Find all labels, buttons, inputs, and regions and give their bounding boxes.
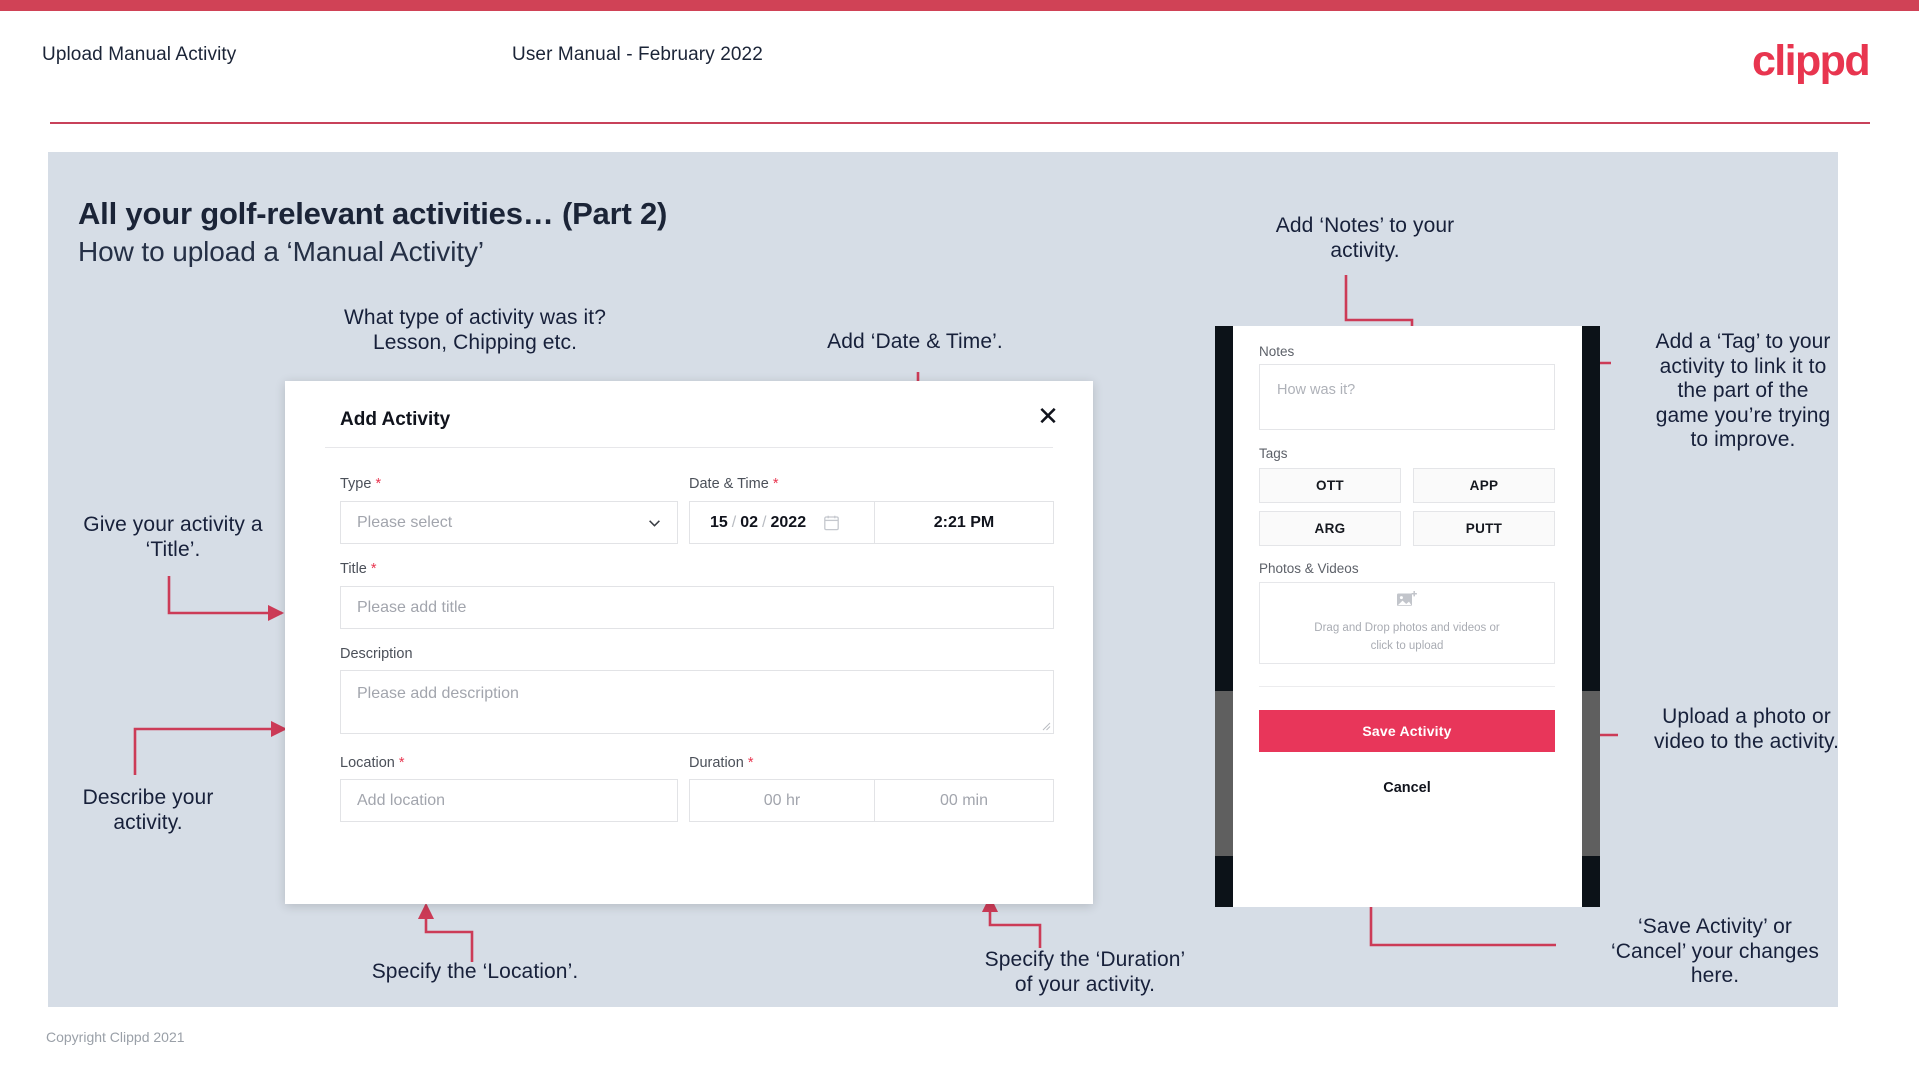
notes-label: Notes xyxy=(1259,344,1295,359)
date-day: 15 xyxy=(710,513,728,531)
dialog-title: Add Activity xyxy=(340,409,451,430)
annotation-duration: Specify the ‘Duration’ of your activity. xyxy=(984,948,1186,996)
type-select[interactable]: Please select xyxy=(340,501,678,544)
slide-page: Upload Manual Activity User Manual - Feb… xyxy=(0,0,1919,1079)
description-placeholder: Please add description xyxy=(357,685,519,702)
datetime-label: Date & Time * xyxy=(689,476,778,492)
annotation-location: Specify the ‘Location’. xyxy=(371,960,579,983)
date-month: 02 xyxy=(740,513,759,531)
annotation-notes: Add ‘Notes’ to your activity. xyxy=(1275,214,1455,262)
title-input[interactable]: Please add title xyxy=(340,586,1054,629)
header-left-title: Upload Manual Activity xyxy=(42,44,237,65)
time-input[interactable]: 2:21 PM xyxy=(874,501,1054,544)
annotation-type: What type of activity was it? Lesson, Chi… xyxy=(344,306,606,354)
date-year: 2022 xyxy=(770,513,807,531)
save-activity-button[interactable]: Save Activity xyxy=(1259,710,1555,752)
tag-button-arg[interactable]: ARG xyxy=(1259,511,1401,546)
title-label-text: Title xyxy=(340,561,367,577)
location-label: Location * xyxy=(340,755,405,771)
annotation-tag: Add a ‘Tag’ to your activity to link it t… xyxy=(1655,330,1831,452)
tags-label: Tags xyxy=(1259,446,1288,461)
annotation-description: Describe your activity. xyxy=(82,786,214,834)
duration-hours-input[interactable]: 00 hr xyxy=(689,779,875,822)
date-sep-1: / xyxy=(731,513,737,531)
type-placeholder: Please select xyxy=(357,513,453,531)
description-textarea[interactable]: Please add description xyxy=(340,670,1054,734)
duration-label-text: Duration xyxy=(689,755,744,771)
annotation-upload: Upload a photo or video to the activity. xyxy=(1653,705,1840,753)
annotation-save: ‘Save Activity’ or ‘Cancel’ your changes h… xyxy=(1611,915,1819,988)
title-label: Title * xyxy=(340,561,377,577)
close-icon[interactable]: ✕ xyxy=(1031,399,1065,433)
tag-button-putt[interactable]: PUTT xyxy=(1413,511,1555,546)
phone-scroll-segment-right xyxy=(1582,691,1600,856)
footer-copyright: Copyright Clippd 2021 xyxy=(46,1029,185,1045)
title-required-mark: * xyxy=(370,561,377,577)
tag-button-app[interactable]: APP xyxy=(1413,468,1555,503)
header-divider xyxy=(50,122,1870,124)
date-input[interactable]: 15 / 02 / 2022 xyxy=(689,501,875,544)
clippd-logo: clippd xyxy=(1751,37,1871,85)
phone-bezel-right xyxy=(1582,326,1600,907)
header-center-title: User Manual - February 2022 xyxy=(512,44,763,65)
add-image-icon xyxy=(1397,591,1417,607)
phone-screen: Notes How was it? Tags OTT APP ARG PUTT … xyxy=(1233,326,1582,907)
media-dropzone-text: Drag and Drop photos and videos or click … xyxy=(1314,622,1500,652)
type-required-mark: * xyxy=(375,476,382,492)
phone-divider xyxy=(1259,686,1555,687)
chevron-down-icon xyxy=(649,519,660,527)
date-sep-2: / xyxy=(762,513,767,531)
dialog-header-divider xyxy=(325,447,1053,448)
duration-minutes-input[interactable]: 00 min xyxy=(874,779,1054,822)
notes-placeholder: How was it? xyxy=(1277,382,1356,398)
type-label: Type * xyxy=(340,476,381,492)
duration-label: Duration * xyxy=(689,755,754,771)
phone-bezel-left xyxy=(1215,326,1233,907)
duration-required-mark: * xyxy=(747,755,754,771)
slide-subheading: How to upload a ‘Manual Activity’ xyxy=(78,236,485,267)
cancel-button[interactable]: Cancel xyxy=(1259,774,1555,802)
phone-scroll-segment-left xyxy=(1215,691,1233,856)
annotation-datetime: Add ‘Date & Time’. xyxy=(827,330,1003,353)
slide-heading: All your golf-relevant activities… (Part… xyxy=(78,196,668,231)
description-label: Description xyxy=(340,646,413,662)
top-accent-strip xyxy=(0,0,1919,11)
datetime-required-mark: * xyxy=(772,476,779,492)
media-dropzone[interactable]: Drag and Drop photos and videos or click … xyxy=(1259,582,1555,664)
tag-button-ott[interactable]: OTT xyxy=(1259,468,1401,503)
resize-grip-icon[interactable] xyxy=(1041,721,1051,731)
add-activity-dialog: Add Activity ✕ Type * Please select Date… xyxy=(285,381,1093,904)
calendar-icon[interactable] xyxy=(824,515,839,531)
media-label: Photos & Videos xyxy=(1259,561,1359,576)
location-label-text: Location xyxy=(340,755,395,771)
annotation-title: Give your activity a ‘Title’. xyxy=(83,513,263,561)
type-label-text: Type xyxy=(340,476,372,492)
location-input[interactable]: Add location xyxy=(340,779,678,822)
location-required-mark: * xyxy=(398,755,405,771)
datetime-label-text: Date & Time xyxy=(689,476,769,492)
phone-mockup: Notes How was it? Tags OTT APP ARG PUTT … xyxy=(1215,326,1600,907)
